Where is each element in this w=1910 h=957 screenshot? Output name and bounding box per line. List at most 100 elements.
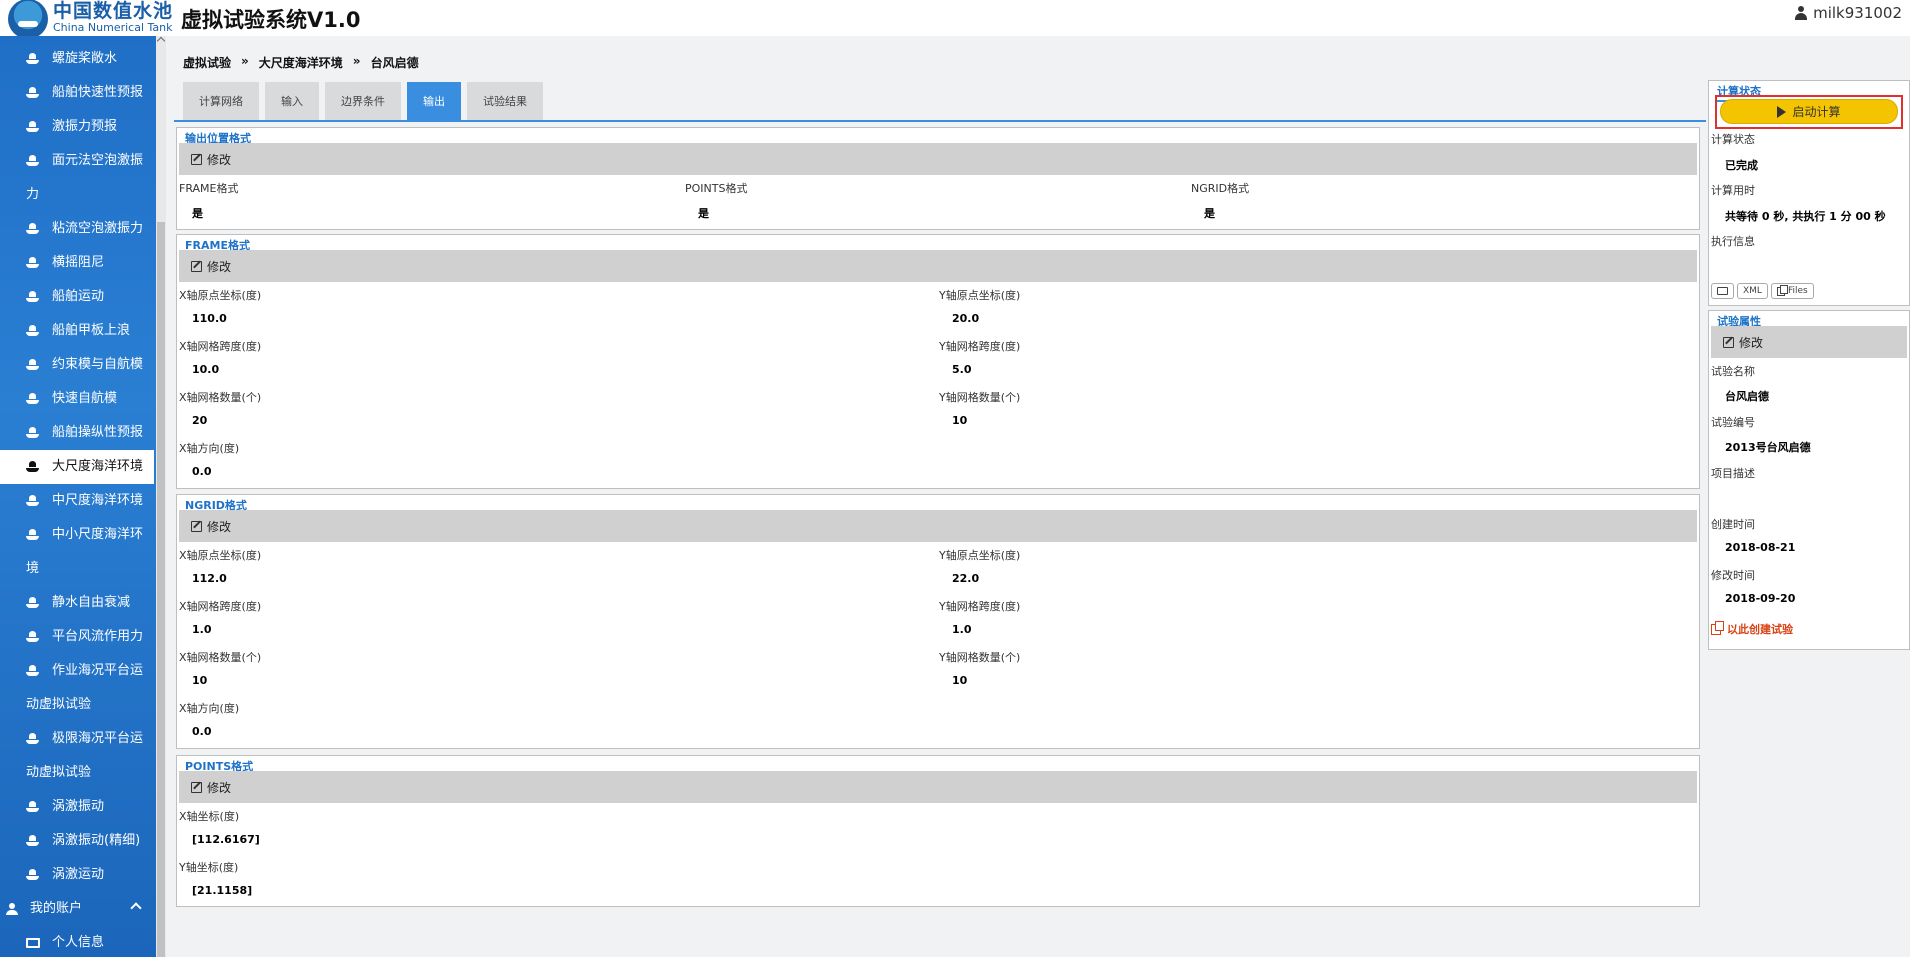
output-format-panel: 输出位置格式 修改 FRAME格式 是 POINTS格式 是 NGRID格式 是: [176, 127, 1700, 230]
files-icon: [1776, 284, 1788, 296]
edit-icon: [1723, 336, 1734, 348]
sidebar-item-speed[interactable]: 船舶快速性预报: [0, 76, 154, 110]
field-value: 是: [192, 207, 203, 220]
ship-icon: [26, 801, 39, 813]
edit-icon: [191, 781, 202, 793]
chevron-up-icon: [130, 902, 142, 914]
user-icon: [6, 903, 18, 915]
ship-icon: [26, 529, 39, 541]
edit-button[interactable]: 修改: [179, 510, 1697, 542]
sidebar-scrollbar[interactable]: [156, 36, 166, 957]
sidebar-item-captive-self-propulsion[interactable]: 约束模与自航模: [0, 348, 154, 382]
sidebar-item-maneuverability[interactable]: 船舶操纵性预报: [0, 416, 154, 450]
sidebar-item-viscous-cavitation[interactable]: 粘流空泡激振力: [0, 212, 154, 246]
ship-icon: [26, 869, 39, 881]
user-menu[interactable]: milk931002: [1795, 4, 1902, 22]
monitor-button[interactable]: [1711, 283, 1734, 299]
edit-button[interactable]: 修改: [179, 771, 1697, 803]
scroll-thumb[interactable]: [157, 222, 165, 957]
ship-icon: [26, 291, 39, 303]
breadcrumb-item: 台风启德: [370, 56, 419, 70]
sidebar-item-roll-damping[interactable]: 横摇阻尼: [0, 246, 154, 280]
ship-icon: [26, 835, 39, 847]
tab-underline: [174, 120, 1706, 122]
monitor-icon: [1717, 287, 1728, 295]
ship-icon: [26, 733, 39, 745]
edit-icon: [191, 520, 202, 532]
tab-input[interactable]: 输入: [265, 82, 319, 120]
edit-button[interactable]: 修改: [1711, 326, 1907, 358]
experiment-properties-panel: 试验属性 修改 试验名称 台风启德 试验编号 2013号台风启德 项目描述 创建…: [1708, 310, 1910, 650]
ship-icon: [26, 461, 39, 473]
time-value: 共等待 0 秒, 共执行 1 分 00 秒: [1725, 210, 1886, 223]
sidebar-item-excitation[interactable]: 激振力预报: [0, 110, 154, 144]
calc-status-panel: 计算状态 启动计算 计算状态 已完成 计算用时 共等待 0 秒, 共执行 1 分…: [1708, 80, 1910, 306]
create-from-this-link[interactable]: 以此创建试验: [1711, 620, 1793, 637]
sidebar-item-small-scale-ocean[interactable]: 中小尺度海洋环 境: [0, 518, 154, 586]
sidebar-item-large-scale-ocean[interactable]: 大尺度海洋环境: [0, 450, 154, 484]
tab-output[interactable]: 输出: [407, 82, 461, 120]
id-card-icon: [26, 938, 40, 948]
sidebar-item-propeller[interactable]: 螺旋桨敞水: [0, 42, 154, 76]
edit-button[interactable]: 修改: [179, 250, 1697, 282]
ship-icon: [26, 325, 39, 337]
ship-icon: [26, 359, 39, 371]
copy-icon: [1711, 620, 1724, 635]
field-label: NGRID格式: [1191, 182, 1250, 195]
sidebar-item-free-decay[interactable]: 静水自由衰减: [0, 586, 154, 620]
logo-icon: [8, 0, 48, 39]
ship-icon: [26, 155, 39, 167]
ship-icon: [26, 223, 39, 235]
main-content: 虚拟试验 » 大尺度海洋环境 » 台风启德 计算网络 输入 边界条件 输出 试验…: [170, 36, 1706, 957]
ship-icon: [26, 427, 39, 439]
field-label: POINTS格式: [685, 182, 748, 195]
sidebar-item-mid-scale-ocean[interactable]: 中尺度海洋环境: [0, 484, 154, 518]
app-title: 虚拟试验系统V1.0: [181, 8, 361, 32]
sidebar-item-green-water[interactable]: 船舶甲板上浪: [0, 314, 154, 348]
sidebar-item-panel-cavitation[interactable]: 面元法空泡激振 力: [0, 144, 154, 212]
logo[interactable]: 中国数值水池 China Numerical Tank: [8, 0, 174, 39]
start-calculation-button[interactable]: 启动计算: [1720, 99, 1898, 124]
edit-button[interactable]: 修改: [179, 143, 1697, 175]
tab-bar: 计算网络 输入 边界条件 输出 试验结果: [183, 82, 543, 120]
field-value: 是: [1204, 207, 1215, 220]
ship-icon: [26, 53, 39, 65]
logo-cn: 中国数值水池: [53, 0, 174, 23]
xml-button[interactable]: XML: [1737, 283, 1768, 299]
files-button[interactable]: Files: [1770, 283, 1814, 299]
sidebar-item-profile[interactable]: 个人信息: [0, 926, 154, 957]
edit-icon: [191, 260, 202, 272]
sidebar-item-viv[interactable]: 涡激振动: [0, 790, 154, 824]
status-value: 已完成: [1725, 159, 1758, 172]
frame-panel: FRAME格式 修改 X轴原点坐标(度) 110.0 Y轴原点坐标(度) 20.…: [176, 234, 1700, 489]
tab-mesh[interactable]: 计算网络: [183, 82, 259, 120]
ship-icon: [26, 597, 39, 609]
ngrid-panel: NGRID格式 修改 X轴原点坐标(度) 112.0 Y轴原点坐标(度) 22.…: [176, 494, 1700, 749]
chevron-up-icon[interactable]: [156, 36, 166, 46]
sidebar-item-fast-self-propulsion[interactable]: 快速自航模: [0, 382, 154, 416]
sidebar-item-viv-fine[interactable]: 涡激振动(精细): [0, 824, 154, 858]
play-icon: [1777, 105, 1787, 118]
sidebar: 螺旋桨敞水 船舶快速性预报 激振力预报 面元法空泡激振 力 粘流空泡激振力 横摇…: [0, 36, 156, 957]
ship-icon: [26, 665, 39, 677]
breadcrumb-item[interactable]: 虚拟试验: [183, 54, 231, 71]
tab-results[interactable]: 试验结果: [467, 82, 543, 120]
top-bar: 中国数值水池 China Numerical Tank 虚拟试验系统V1.0 m…: [0, 0, 1910, 39]
sidebar-item-wind-current-force[interactable]: 平台风流作用力: [0, 620, 154, 654]
field-label: FRAME格式: [179, 182, 239, 195]
ship-icon: [26, 121, 39, 133]
sidebar-item-ship-motion[interactable]: 船舶运动: [0, 280, 154, 314]
points-panel: POINTS格式 修改 X轴坐标(度) [112.6167] Y轴坐标(度) […: [176, 755, 1700, 907]
ship-icon: [26, 87, 39, 99]
breadcrumb: 虚拟试验 » 大尺度海洋环境 » 台风启德: [183, 54, 419, 71]
sidebar-item-operating-sea-state[interactable]: 作业海况平台运 动虚拟试验: [0, 654, 154, 722]
tab-boundary[interactable]: 边界条件: [325, 82, 401, 120]
breadcrumb-item[interactable]: 大尺度海洋环境: [259, 54, 343, 71]
sidebar-section-my-account[interactable]: 我的账户: [0, 892, 154, 926]
ship-icon: [26, 257, 39, 269]
ship-icon: [26, 393, 39, 405]
sidebar-item-vim[interactable]: 涡激运动: [0, 858, 154, 892]
sidebar-item-extreme-sea-state[interactable]: 极限海况平台运 动虚拟试验: [0, 722, 154, 790]
logo-en: China Numerical Tank: [53, 21, 173, 35]
username: milk931002: [1813, 4, 1902, 22]
